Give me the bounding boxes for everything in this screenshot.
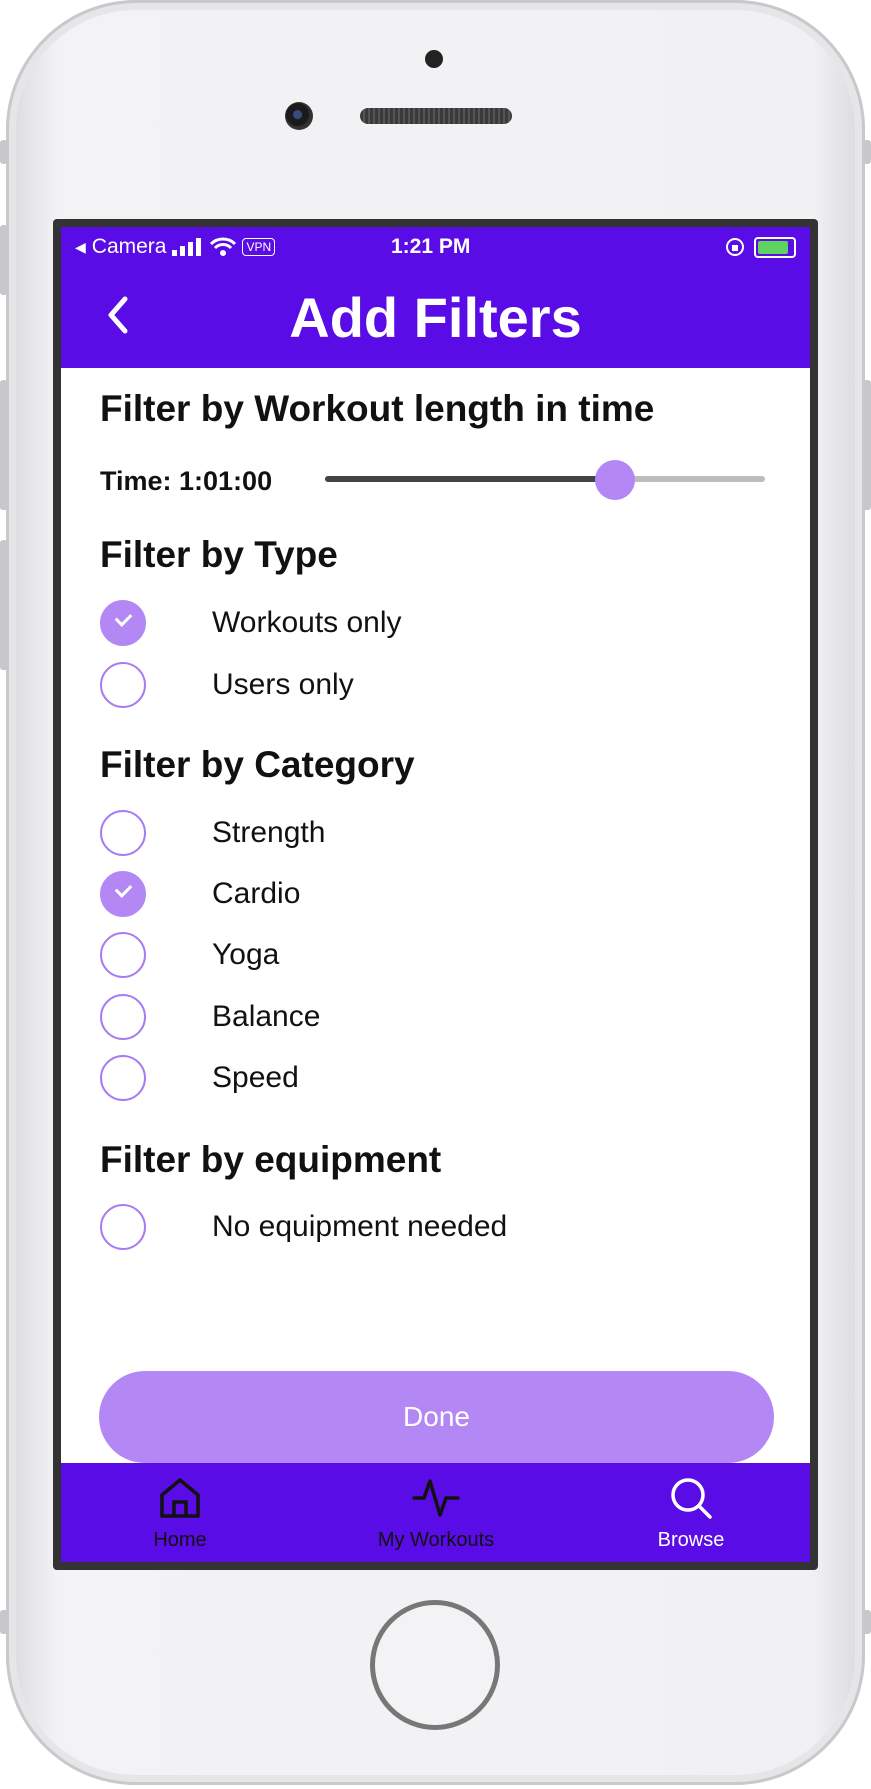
check-circle-icon[interactable]	[100, 600, 146, 646]
option-workouts-only[interactable]: Workouts only	[100, 600, 740, 652]
side-button	[0, 380, 8, 510]
vpn-badge: VPN	[242, 238, 276, 256]
side-button	[0, 1610, 8, 1634]
option-no-equipment[interactable]: No equipment needed	[100, 1204, 740, 1256]
side-button	[863, 140, 871, 164]
tab-label: Browse	[657, 1529, 725, 1551]
check-circle-icon[interactable]	[100, 994, 146, 1040]
option-label: Yoga	[212, 938, 280, 971]
option-balance[interactable]: Balance	[100, 994, 740, 1046]
option-label: Cardio	[212, 877, 301, 910]
option-label: Speed	[212, 1061, 299, 1094]
side-button	[863, 380, 871, 510]
front-camera-icon	[285, 102, 313, 130]
status-bar: ◀ Camera VPN 1:21 PM	[61, 227, 810, 269]
check-circle-icon[interactable]	[100, 662, 146, 708]
option-label: Balance	[212, 1000, 321, 1033]
option-users-only[interactable]: Users only	[100, 662, 740, 714]
earpiece-speaker	[360, 108, 512, 124]
option-strength[interactable]: Strength	[100, 810, 740, 862]
time-filter-heading: Filter by Workout length in time	[100, 388, 655, 429]
check-circle-icon[interactable]	[100, 1055, 146, 1101]
filters-content: Filter by Workout length in time Time: 1…	[61, 368, 810, 1463]
battery-icon	[754, 236, 796, 258]
slider-thumb[interactable]	[595, 460, 635, 500]
time-value-label: Time: 1:01:00	[100, 466, 273, 496]
type-filter-heading: Filter by Type	[100, 534, 338, 575]
bottom-tab-bar: Home My Workouts Browse	[61, 1463, 810, 1562]
tab-label: Home	[153, 1529, 207, 1551]
proximity-sensor	[425, 50, 443, 68]
back-to-app-icon: ◀	[75, 238, 86, 255]
option-label: Strength	[212, 816, 326, 849]
page-title: Add Filters	[289, 286, 582, 349]
signal-icon	[172, 238, 202, 256]
orientation-lock-icon	[726, 238, 744, 256]
option-speed[interactable]: Speed	[100, 1055, 740, 1107]
search-icon	[671, 1478, 712, 1519]
carrier-label: Camera	[91, 235, 167, 258]
app-header: ◀ Camera VPN 1:21 PM Add Filters	[61, 227, 810, 368]
side-button	[0, 225, 8, 295]
status-time: 1:21 PM	[391, 235, 471, 258]
category-filter-heading: Filter by Category	[100, 744, 415, 785]
check-circle-icon[interactable]	[100, 810, 146, 856]
app-screen: ◀ Camera VPN 1:21 PM Add Filters Filter …	[61, 227, 810, 1562]
tab-browse[interactable]: Browse	[601, 1475, 781, 1557]
side-button	[0, 140, 8, 164]
option-cardio[interactable]: Cardio	[100, 871, 740, 923]
home-hardware-button[interactable]	[370, 1600, 500, 1730]
wifi-icon	[210, 237, 237, 256]
option-label: Users only	[212, 668, 354, 701]
home-icon	[160, 1478, 200, 1518]
activity-icon	[412, 1479, 460, 1517]
equipment-filter-heading: Filter by equipment	[100, 1139, 442, 1180]
side-button	[0, 540, 8, 670]
option-yoga[interactable]: Yoga	[100, 932, 740, 984]
side-button	[863, 1610, 871, 1634]
check-circle-icon[interactable]	[100, 871, 146, 917]
option-label: Workouts only	[212, 606, 402, 639]
slider-track-fill	[325, 476, 615, 482]
tab-home[interactable]: Home	[90, 1475, 270, 1557]
time-slider[interactable]	[325, 460, 765, 500]
check-circle-icon[interactable]	[100, 932, 146, 978]
done-button[interactable]: Done	[99, 1371, 774, 1463]
tab-my-workouts[interactable]: My Workouts	[346, 1475, 526, 1557]
check-circle-icon[interactable]	[100, 1204, 146, 1250]
tab-label: My Workouts	[377, 1529, 495, 1551]
option-label: No equipment needed	[212, 1210, 508, 1243]
